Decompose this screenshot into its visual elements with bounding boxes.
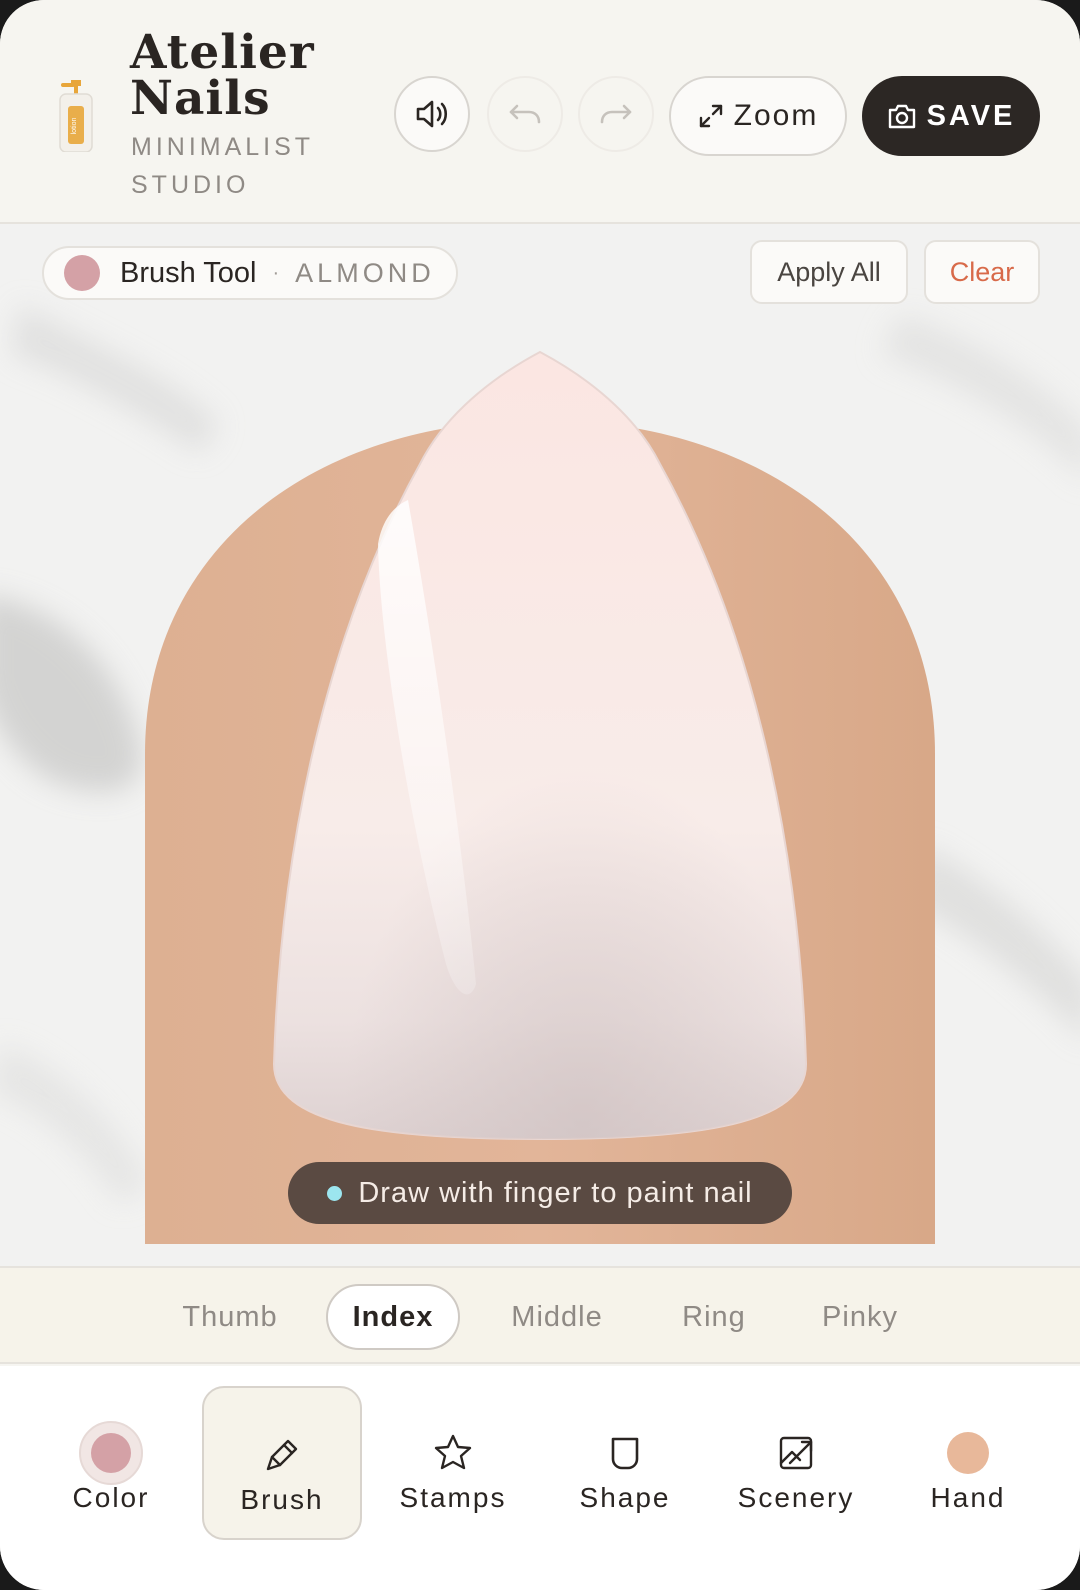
lotion-bottle-icon: lotion — [59, 80, 93, 152]
tab-ring[interactable]: Ring — [660, 1284, 768, 1350]
tool-scenery-label: Scenery — [737, 1482, 855, 1513]
tab-index[interactable]: Index — [326, 1284, 460, 1350]
active-tool-pill: Brush Tool · ALMOND — [42, 246, 458, 300]
nail-canvas[interactable]: Brush Tool · ALMOND Apply All Clear Draw… — [0, 224, 1080, 1266]
redo-button[interactable] — [578, 76, 654, 152]
hint-text: Draw with finger to paint nail — [358, 1176, 753, 1209]
tool-separator: · — [272, 261, 280, 284]
star-icon — [418, 1418, 488, 1488]
app-title-line1: Atelier — [130, 25, 315, 80]
tab-thumb[interactable]: Thumb — [170, 1284, 290, 1350]
tool-stamps-label: Stamps — [399, 1482, 507, 1513]
current-color-swatch — [64, 255, 100, 291]
header: lotion Atelier Nails MINIMALIST STUDIO Z… — [0, 0, 1080, 224]
clear-button[interactable]: Clear — [924, 240, 1040, 304]
save-button[interactable]: SAVE — [862, 76, 1040, 156]
nail-shape-label: ALMOND — [295, 257, 435, 288]
app-title: Atelier Nails — [130, 25, 315, 126]
tool-color-label: Color — [72, 1482, 150, 1513]
tool-hand[interactable]: Hand — [888, 1386, 1048, 1540]
tab-middle[interactable]: Middle — [494, 1284, 620, 1350]
tool-name: Brush Tool — [120, 256, 257, 289]
tool-brush[interactable]: Brush — [202, 1386, 362, 1540]
tool-hand-label: Hand — [930, 1482, 1006, 1513]
app-window: lotion Atelier Nails MINIMALIST STUDIO Z… — [0, 0, 1080, 1590]
app-title-line2: Nails — [130, 71, 271, 126]
tool-scenery[interactable]: Scenery — [716, 1386, 876, 1540]
nail-shape-icon — [590, 1418, 660, 1488]
tab-pinky[interactable]: Pinky — [806, 1284, 914, 1350]
speaker-icon — [416, 100, 448, 128]
logo-label: lotion — [71, 118, 78, 135]
finger-illustration — [145, 350, 935, 1244]
tool-stamps[interactable]: Stamps — [373, 1386, 533, 1540]
image-icon — [761, 1418, 831, 1488]
app-subtitle: MINIMALIST STUDIO — [131, 133, 314, 199]
expand-icon — [699, 104, 722, 128]
finger-tabs: Thumb Index Middle Ring Pinky — [0, 1266, 1080, 1364]
color-swatch-icon — [76, 1418, 146, 1488]
hint-toast: Draw with finger to paint nail — [288, 1162, 792, 1224]
sound-button[interactable] — [394, 76, 470, 152]
tool-shape-label: Shape — [579, 1482, 671, 1513]
apply-all-button[interactable]: Apply All — [750, 240, 908, 304]
bottom-toolbar: Color Brush Stamps Shape Scenery Hand — [0, 1366, 1080, 1590]
status-dot — [327, 1185, 343, 1201]
zoom-button[interactable]: Zoom — [669, 76, 847, 156]
brush-icon — [247, 1420, 317, 1490]
undo-icon — [509, 104, 541, 124]
tool-shape[interactable]: Shape — [545, 1386, 705, 1540]
tool-brush-label: Brush — [240, 1484, 324, 1515]
skin-tone-icon — [933, 1418, 1003, 1488]
redo-icon — [600, 104, 632, 124]
undo-button[interactable] — [487, 76, 563, 152]
camera-icon — [888, 104, 915, 129]
save-label: SAVE — [926, 99, 1016, 132]
zoom-label: Zoom — [733, 99, 819, 132]
tool-color[interactable]: Color — [31, 1386, 191, 1540]
